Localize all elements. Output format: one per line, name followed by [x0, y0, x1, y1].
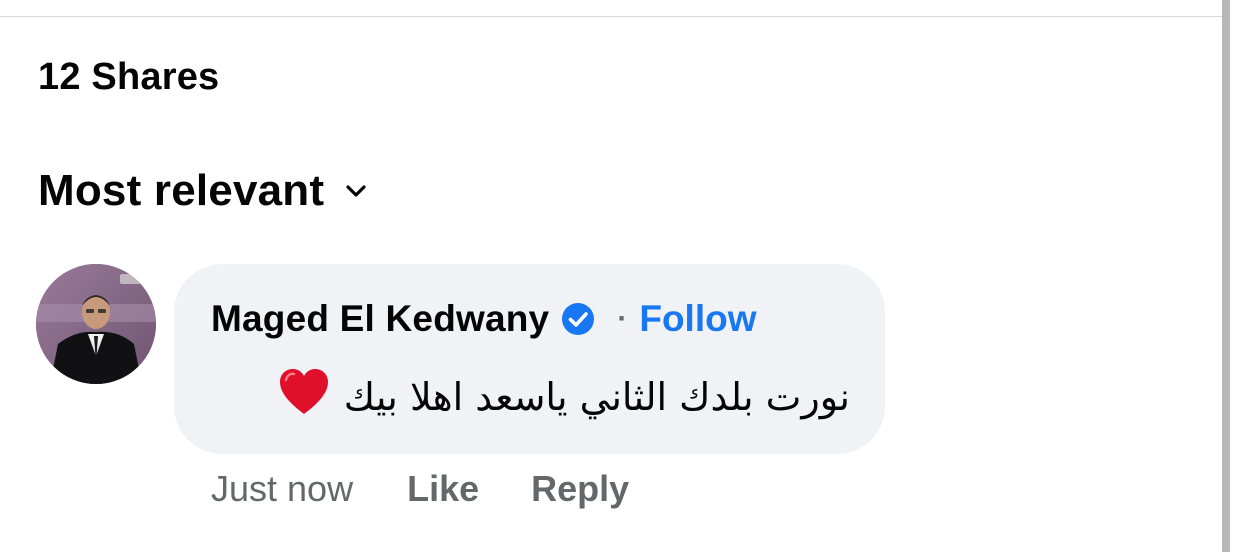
follow-button[interactable]: Follow	[639, 298, 756, 340]
comment-actions: Just now Like Reply	[211, 468, 629, 510]
comment-body: نورت بلدك الثاني ياسعد اهلا بيك	[214, 368, 850, 425]
reply-button[interactable]: Reply	[531, 468, 629, 510]
comments-panel: 12 Shares Most relevant Maged El Kedwany…	[0, 0, 1243, 552]
avatar[interactable]	[36, 264, 156, 384]
comment-text: نورت بلدك الثاني ياسعد اهلا بيك	[343, 374, 850, 419]
sort-dropdown[interactable]: Most relevant	[38, 166, 366, 216]
scrollbar[interactable]	[1222, 0, 1230, 552]
timestamp[interactable]: Just now	[211, 468, 353, 510]
shares-count[interactable]: 12 Shares	[38, 56, 219, 99]
top-divider	[0, 16, 1222, 17]
red-heart-icon	[278, 368, 330, 425]
chevron-down-icon	[346, 185, 366, 197]
like-button[interactable]: Like	[407, 468, 479, 510]
scrollbar-track[interactable]	[1230, 0, 1243, 552]
verified-badge-icon	[561, 302, 595, 336]
comment-bubble: Maged El Kedwany · Follow نورت بلدك الثا…	[174, 264, 885, 454]
separator-dot: ·	[617, 302, 628, 335]
comment-header: Maged El Kedwany · Follow	[211, 298, 757, 340]
author-name[interactable]: Maged El Kedwany	[211, 298, 549, 340]
sort-label: Most relevant	[38, 166, 325, 215]
